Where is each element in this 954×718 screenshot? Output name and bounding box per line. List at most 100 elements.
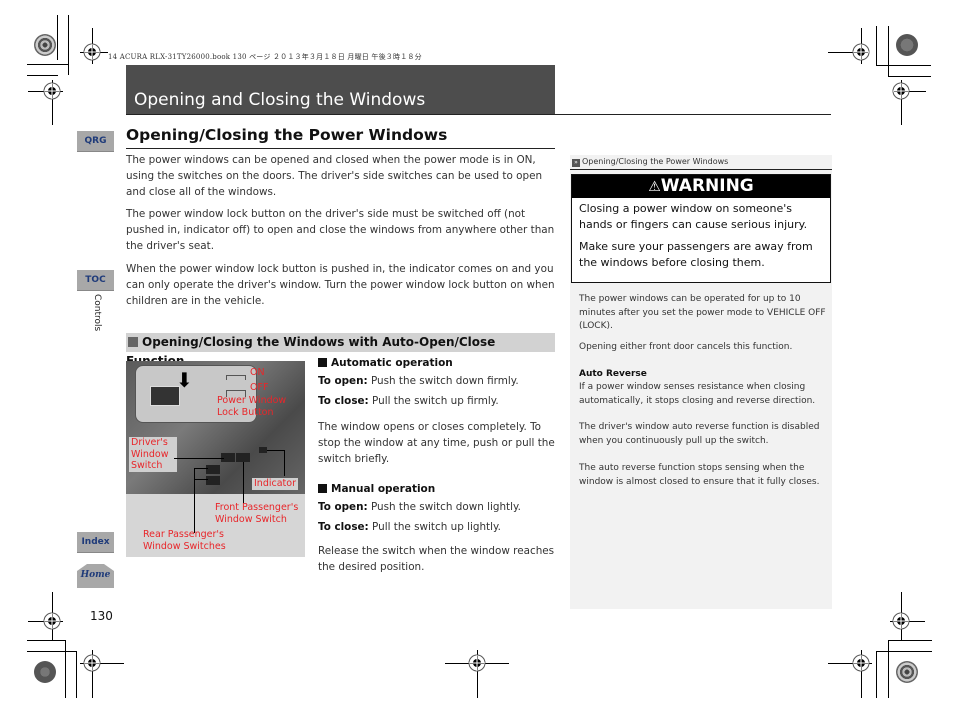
crop-line [876, 26, 877, 66]
print-header: 14 ACURA RLX-31TY26000.book 130 ページ ２０１３… [108, 53, 422, 61]
leader-line [243, 462, 244, 504]
open-label: To open: [318, 375, 368, 387]
crop-line [27, 651, 77, 652]
window-switch-figure: ⬇ ON OFF Power Window Lock Button Driver… [126, 361, 305, 557]
crop-line [888, 26, 889, 76]
registration-mark-icon [83, 43, 101, 61]
leader-line [267, 450, 285, 451]
crop-line [876, 65, 931, 66]
close-text: Pull the switch up firmly. [372, 395, 499, 407]
open-text: Push the switch down lightly. [370, 501, 521, 513]
manual-close: To close: Pull the switch up lightly. [318, 520, 556, 536]
rear-switch-illustration [206, 465, 220, 474]
open-label: To open: [318, 501, 368, 513]
press-arrow-icon: ⬇ [176, 368, 193, 392]
chapter-title: Opening and Closing the Windows [134, 90, 426, 110]
lock-paragraph: The power window lock button on the driv… [126, 208, 555, 252]
bullet-square-icon [128, 337, 138, 347]
section-rule [126, 148, 555, 149]
warning-box: ⚠WARNING Closing a power window on someo… [571, 174, 831, 283]
automatic-note: The window opens or closes completely. T… [318, 421, 555, 465]
off-label: OFF [250, 382, 269, 393]
chapter-banner: Opening and Closing the Windows [126, 65, 555, 114]
leader-line [194, 468, 195, 533]
home-label: Home [80, 570, 111, 580]
section-title: Opening/Closing the Power Windows [126, 126, 448, 144]
warning-triangle-icon: ⚠ [648, 179, 661, 195]
manual-open: To open: Push the switch down lightly. [318, 500, 556, 516]
rear-passenger-label: Rear Passenger's Window Switches [143, 529, 226, 552]
open-text: Push the switch down firmly. [370, 375, 519, 387]
leader-line [284, 450, 285, 476]
automatic-heading: Automatic operation [318, 356, 556, 372]
close-label: To close: [318, 521, 369, 533]
close-text: Pull the switch up lightly. [372, 521, 501, 533]
front-passenger-label: Front Passenger's Window Switch [215, 502, 299, 525]
crossref-text: Opening/Closing the Power Windows [582, 157, 729, 166]
crop-line [76, 651, 77, 698]
registration-mark-icon [892, 612, 910, 630]
color-rosette-icon [34, 661, 56, 683]
crop-line [888, 640, 889, 698]
leader-line [194, 468, 208, 469]
indicator-label: Indicator [252, 478, 298, 490]
crop-line [27, 64, 69, 65]
intro-paragraph: The power windows can be opened and clos… [126, 154, 543, 198]
crop-line [65, 640, 66, 698]
crop-line [876, 651, 877, 698]
auto-reverse-note: The auto reverse function stops sensing … [579, 463, 820, 487]
crop-line [888, 640, 932, 641]
registration-mark-icon [43, 82, 61, 100]
indicator-illustration [259, 447, 267, 453]
crop-line [27, 640, 65, 641]
sidebar-crossref[interactable]: » Opening/Closing the Power Windows [570, 155, 832, 170]
warning-line: Closing a power window on someone's hand… [579, 202, 808, 231]
crop-line [68, 15, 69, 75]
bullet-square-icon [318, 484, 327, 493]
rear-switch-illustration [206, 476, 220, 485]
manual-heading: Manual operation [318, 482, 556, 498]
auto-reverse-text: If a power window senses resistance when… [579, 382, 816, 406]
crop-line [876, 651, 932, 652]
indicator-paragraph: When the power window lock button is pus… [126, 263, 555, 307]
page-number: 130 [90, 609, 113, 623]
close-label: To close: [318, 395, 369, 407]
automatic-heading-text: Automatic operation [331, 357, 453, 369]
leader-line [174, 458, 224, 459]
front-passenger-switch-illustration [236, 453, 250, 462]
registration-mark-icon [852, 654, 870, 672]
qrg-tab[interactable]: QRG [77, 131, 114, 152]
registration-mark-icon [43, 612, 61, 630]
crop-line [57, 15, 58, 60]
index-tab[interactable]: Index [77, 532, 114, 553]
registration-mark-icon [468, 654, 486, 672]
manual-note: Release the switch when the window reach… [318, 545, 555, 573]
color-rosette-icon [896, 661, 918, 683]
warning-header: ⚠WARNING [572, 175, 830, 198]
auto-reverse-heading: Auto Reverse [579, 369, 647, 379]
color-rosette-icon [896, 34, 918, 56]
lock-button-label: Power Window Lock Button [217, 395, 287, 418]
on-label: ON [250, 367, 265, 378]
home-tab[interactable]: Home [77, 564, 114, 588]
manual-heading-text: Manual operation [331, 483, 436, 495]
drivers-switch-label: Driver's Window Switch [129, 437, 177, 472]
leader-line [194, 479, 208, 480]
crop-line [27, 75, 58, 76]
crossref-arrow-icon: » [572, 159, 580, 167]
chapter-side-label: Controls [92, 294, 102, 332]
color-rosette-icon [34, 34, 56, 56]
automatic-open: To open: Push the switch down firmly. [318, 374, 556, 390]
sidebar-note: The power windows can be operated for up… [579, 294, 826, 331]
automatic-close: To close: Pull the switch up firmly. [318, 394, 556, 410]
registration-mark-icon [852, 43, 870, 61]
registration-mark-icon [892, 82, 910, 100]
warning-line: Make sure your passengers are away from … [579, 240, 813, 269]
registration-mark-icon [83, 654, 101, 672]
toc-tab[interactable]: TOC [77, 270, 114, 291]
warning-title: WARNING [660, 176, 754, 196]
on-state-icon [226, 375, 246, 380]
chapter-rule [126, 114, 831, 115]
bullet-square-icon [318, 358, 327, 367]
auto-reverse-note: The driver's window auto reverse functio… [579, 422, 820, 446]
